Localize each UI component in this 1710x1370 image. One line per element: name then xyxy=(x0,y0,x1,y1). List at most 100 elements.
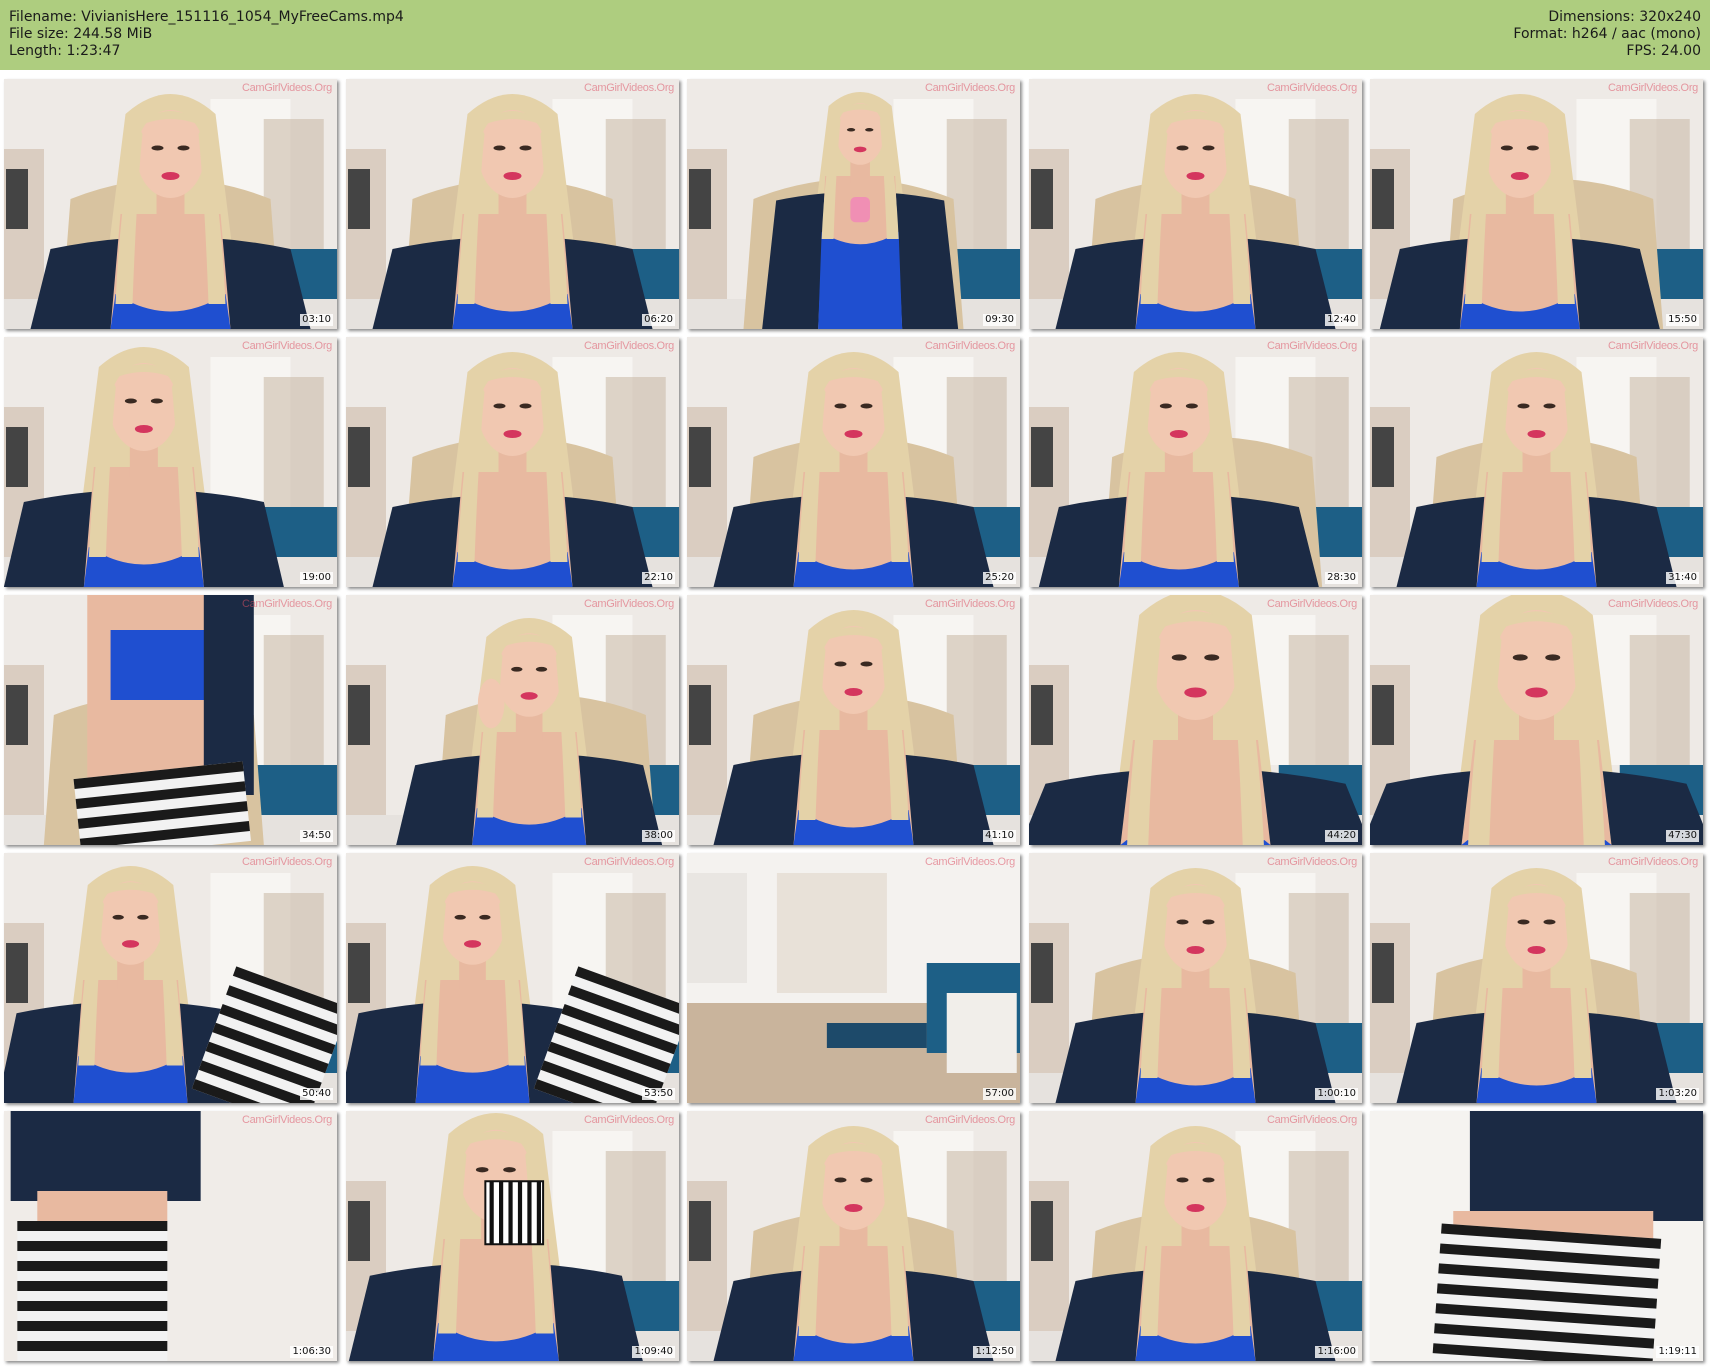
video-thumbnail: CamGirlVideos.Org 06:20 xyxy=(346,79,679,329)
dimensions-label: Dimensions: 320x240 xyxy=(1548,9,1701,25)
thumbnail-frame-image xyxy=(1029,1111,1362,1361)
video-thumbnail: CamGirlVideos.Org 03:10 xyxy=(4,79,337,329)
thumbnail-timestamp: 15:50 xyxy=(1666,314,1699,326)
thumbnail-frame-image xyxy=(4,1111,337,1361)
thumbnail-timestamp: 03:10 xyxy=(300,314,333,326)
video-thumbnail: CamGirlVideos.Org 44:20 xyxy=(1029,595,1362,845)
watermark-text: CamGirlVideos.Org xyxy=(924,1114,1015,1126)
video-thumbnail: CamGirlVideos.Org 09:30 xyxy=(687,79,1020,329)
thumbnail-frame-image xyxy=(4,79,337,329)
watermark-text: CamGirlVideos.Org xyxy=(583,856,674,868)
video-thumbnail: CamGirlVideos.Org 28:30 xyxy=(1029,337,1362,587)
filesize-label: File size: 244.58 MiB xyxy=(9,26,153,42)
video-thumbnail: CamGirlVideos.Org 31:40 xyxy=(1370,337,1703,587)
video-thumbnail: CamGirlVideos.Org 34:50 xyxy=(4,595,337,845)
video-thumbnail: CamGirlVideos.Org 50:40 xyxy=(4,853,337,1103)
file-info-right: Dimensions: 320x240 Format: h264 / aac (… xyxy=(1513,9,1701,60)
watermark-text: CamGirlVideos.Org xyxy=(241,598,332,610)
thumbnail-timestamp: 12:40 xyxy=(1325,314,1358,326)
watermark-text: CamGirlVideos.Org xyxy=(583,340,674,352)
video-thumbnail: CamGirlVideos.Org 38:00 xyxy=(346,595,679,845)
thumbnail-frame-image xyxy=(687,337,1020,587)
thumbnail-frame-image xyxy=(687,595,1020,845)
watermark-text: CamGirlVideos.Org xyxy=(1607,340,1698,352)
watermark-text: CamGirlVideos.Org xyxy=(1266,1114,1357,1126)
watermark-text: CamGirlVideos.Org xyxy=(1607,856,1698,868)
thumbnail-timestamp: 44:20 xyxy=(1325,830,1358,842)
thumbnail-timestamp: 1:09:40 xyxy=(632,1346,675,1358)
thumbnail-frame-image xyxy=(1029,337,1362,587)
watermark-text: CamGirlVideos.Org xyxy=(924,856,1015,868)
thumbnail-frame-image xyxy=(1029,79,1362,329)
watermark-text: CamGirlVideos.Org xyxy=(1266,598,1357,610)
watermark-text: CamGirlVideos.Org xyxy=(241,340,332,352)
watermark-text: CamGirlVideos.Org xyxy=(241,82,332,94)
watermark-text: CamGirlVideos.Org xyxy=(1607,598,1698,610)
video-thumbnail: CamGirlVideos.Org 1:12:50 xyxy=(687,1111,1020,1361)
video-thumbnail: CamGirlVideos.Org 53:50 xyxy=(346,853,679,1103)
thumbnail-frame-image xyxy=(346,1111,679,1361)
thumbnail-timestamp: 1:16:00 xyxy=(1315,1346,1358,1358)
video-thumbnail: CamGirlVideos.Org 41:10 xyxy=(687,595,1020,845)
video-thumbnail: 1:19:11 xyxy=(1370,1111,1703,1361)
video-thumbnail: CamGirlVideos.Org 47:30 xyxy=(1370,595,1703,845)
thumbnail-frame-image xyxy=(1370,79,1703,329)
thumbnail-timestamp: 53:50 xyxy=(642,1088,675,1100)
watermark-text: CamGirlVideos.Org xyxy=(241,856,332,868)
thumbnail-frame-image xyxy=(1029,853,1362,1103)
video-thumbnail: CamGirlVideos.Org 1:16:00 xyxy=(1029,1111,1362,1361)
thumbnail-timestamp: 41:10 xyxy=(983,830,1016,842)
thumbnail-frame-image xyxy=(1370,853,1703,1103)
thumbnail-frame-image xyxy=(4,337,337,587)
thumbnail-frame-image xyxy=(687,853,1020,1103)
thumbnail-frame-image xyxy=(1370,1111,1703,1361)
thumbnail-timestamp: 1:03:20 xyxy=(1656,1088,1699,1100)
watermark-text: CamGirlVideos.Org xyxy=(1266,856,1357,868)
watermark-text: CamGirlVideos.Org xyxy=(583,82,674,94)
thumbnail-timestamp: 09:30 xyxy=(983,314,1016,326)
thumbnail-timestamp: 1:19:11 xyxy=(1656,1346,1699,1358)
thumbnail-timestamp: 50:40 xyxy=(300,1088,333,1100)
watermark-text: CamGirlVideos.Org xyxy=(1266,82,1357,94)
thumbnail-timestamp: 06:20 xyxy=(642,314,675,326)
thumbnail-frame-image xyxy=(1370,595,1703,845)
format-label: Format: h264 / aac (mono) xyxy=(1513,26,1701,42)
thumbnail-frame-image xyxy=(346,79,679,329)
file-info-header: Filename: VivianisHere_151116_1054_MyFre… xyxy=(0,0,1710,70)
thumbnail-frame-image xyxy=(4,595,337,845)
video-thumbnail: CamGirlVideos.Org 22:10 xyxy=(346,337,679,587)
thumbnail-frame-image xyxy=(4,853,337,1103)
thumbnail-timestamp: 1:12:50 xyxy=(973,1346,1016,1358)
video-thumbnail: CamGirlVideos.Org 1:00:10 xyxy=(1029,853,1362,1103)
video-thumbnail: CamGirlVideos.Org 1:06:30 xyxy=(4,1111,337,1361)
file-info-left: Filename: VivianisHere_151116_1054_MyFre… xyxy=(9,9,404,60)
thumbnail-grid: CamGirlVideos.Org 03:10 CamGirlVideos.Org 0… xyxy=(4,79,1706,1365)
thumbnail-timestamp: 57:00 xyxy=(983,1088,1016,1100)
thumbnail-frame-image xyxy=(687,79,1020,329)
video-thumbnail: CamGirlVideos.Org 57:00 xyxy=(687,853,1020,1103)
thumbnail-timestamp: 1:06:30 xyxy=(290,1346,333,1358)
thumbnail-timestamp: 22:10 xyxy=(642,572,675,584)
watermark-text: CamGirlVideos.Org xyxy=(924,598,1015,610)
video-thumbnail: CamGirlVideos.Org 25:20 xyxy=(687,337,1020,587)
video-thumbnail: CamGirlVideos.Org 12:40 xyxy=(1029,79,1362,329)
video-thumbnail: CamGirlVideos.Org 15:50 xyxy=(1370,79,1703,329)
video-thumbnail: CamGirlVideos.Org 1:09:40 xyxy=(346,1111,679,1361)
thumbnail-timestamp: 31:40 xyxy=(1666,572,1699,584)
video-thumbnail: CamGirlVideos.Org 1:03:20 xyxy=(1370,853,1703,1103)
thumbnail-frame-image xyxy=(1370,337,1703,587)
thumbnail-frame-image xyxy=(346,595,679,845)
watermark-text: CamGirlVideos.Org xyxy=(241,1114,332,1126)
watermark-text: CamGirlVideos.Org xyxy=(583,1114,674,1126)
fps-label: FPS: 24.00 xyxy=(1626,43,1701,59)
watermark-text: CamGirlVideos.Org xyxy=(583,598,674,610)
watermark-text: CamGirlVideos.Org xyxy=(924,340,1015,352)
thumbnail-frame-image xyxy=(1029,595,1362,845)
thumbnail-timestamp: 25:20 xyxy=(983,572,1016,584)
thumbnail-frame-image xyxy=(346,337,679,587)
thumbnail-timestamp: 38:00 xyxy=(642,830,675,842)
thumbnail-frame-image xyxy=(687,1111,1020,1361)
thumbnail-frame-image xyxy=(346,853,679,1103)
thumbnail-timestamp: 47:30 xyxy=(1666,830,1699,842)
watermark-text: CamGirlVideos.Org xyxy=(1607,82,1698,94)
